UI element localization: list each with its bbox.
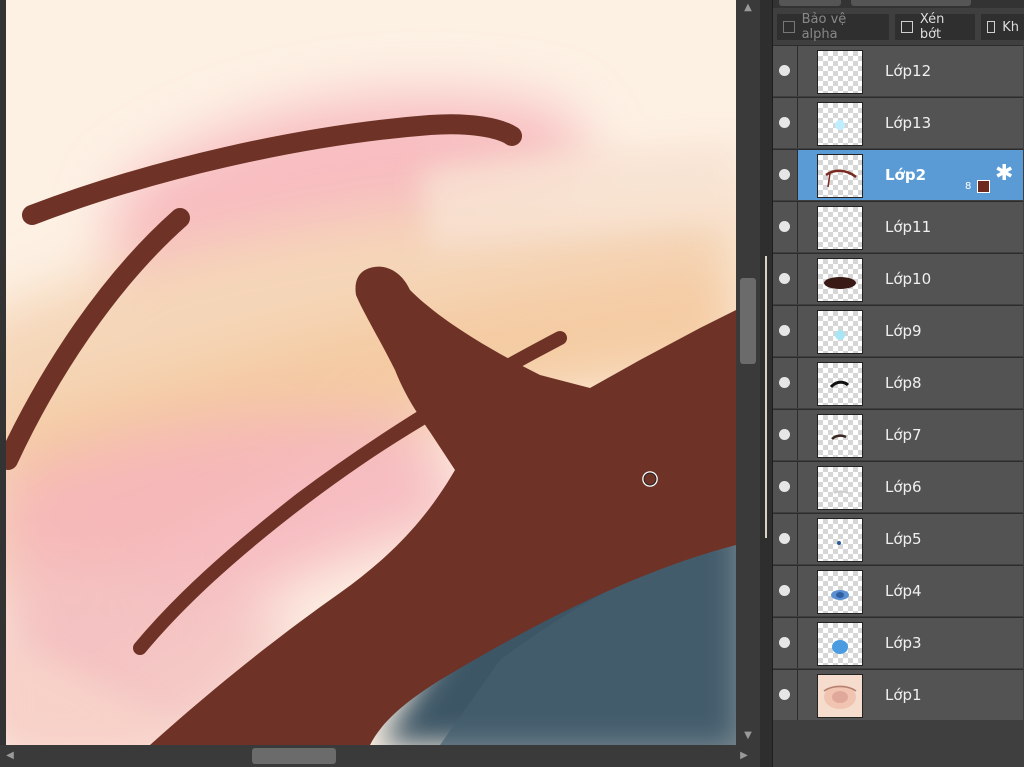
layer-thumbnail: [817, 674, 863, 718]
visibility-toggle[interactable]: [773, 566, 798, 616]
layer-thumbnail: [817, 622, 863, 666]
layer-panel: Bảo vệ alpha Xén bớt Kh Lớp12 Lớp13 Lớp2…: [772, 0, 1024, 767]
visibility-toggle[interactable]: [773, 46, 798, 96]
arrow-down-icon[interactable]: ▼: [741, 730, 755, 742]
eye-icon[interactable]: [779, 169, 790, 180]
layer-name: Lớp7: [885, 426, 922, 444]
clipping-option[interactable]: Xén bớt: [895, 12, 975, 42]
layer-options: Bảo vệ alpha Xén bớt Kh: [773, 10, 1024, 44]
eye-icon[interactable]: [779, 377, 790, 388]
eye-icon[interactable]: [779, 481, 790, 492]
eye-icon[interactable]: [779, 585, 790, 596]
layer-name: Lớp3: [885, 634, 922, 652]
visibility-toggle[interactable]: [773, 618, 798, 668]
horizontal-scroll-thumb[interactable]: [252, 748, 336, 764]
panel-tabs: [773, 0, 1024, 8]
lock-option[interactable]: Kh: [981, 14, 1024, 40]
eye-icon[interactable]: [779, 221, 790, 232]
layer-color-chip: [977, 180, 990, 193]
visibility-toggle[interactable]: [773, 306, 798, 356]
layer-thumbnail: [817, 466, 863, 510]
lock-label: Kh: [1002, 19, 1019, 35]
visibility-toggle[interactable]: [773, 254, 798, 304]
visibility-toggle[interactable]: [773, 202, 798, 252]
layer-row[interactable]: Lớp12: [773, 45, 1023, 96]
layer-thumbnail: [817, 310, 863, 354]
panel-tab[interactable]: [779, 0, 841, 6]
lock-checkbox[interactable]: [987, 21, 996, 33]
arrow-right-icon[interactable]: ▶: [738, 749, 750, 763]
panel-tab[interactable]: [851, 0, 971, 6]
layer-row-selected[interactable]: Lớp2 8 ✱: [773, 149, 1023, 200]
layer-row[interactable]: Lớp3: [773, 617, 1023, 668]
layer-name: Lớp13: [885, 114, 932, 132]
visibility-toggle[interactable]: [773, 358, 798, 408]
layer-badge: 8: [965, 181, 972, 192]
protect-alpha-checkbox[interactable]: [783, 21, 795, 33]
layer-row[interactable]: Lớp1: [773, 669, 1023, 720]
drawing-canvas[interactable]: [0, 0, 736, 745]
clipping-label: Xén bớt: [919, 12, 945, 42]
layer-thumbnail: [817, 154, 863, 198]
layer-row[interactable]: Lớp10: [773, 253, 1023, 304]
layer-row[interactable]: Lớp8: [773, 357, 1023, 408]
vertical-scrollbar[interactable]: ▲ ▼: [736, 0, 760, 745]
panel-divider[interactable]: [760, 0, 772, 767]
layer-thumbnail: [817, 570, 863, 614]
layer-thumbnail: [817, 50, 863, 94]
layer-row[interactable]: Lớp4: [773, 565, 1023, 616]
layer-name: Lớp10: [885, 270, 932, 288]
layer-row[interactable]: Lớp9: [773, 305, 1023, 356]
panel-empty-area: [773, 723, 1024, 767]
layer-name: Lớp6: [885, 478, 922, 496]
eye-icon[interactable]: [779, 429, 790, 440]
layer-thumbnail: [817, 362, 863, 406]
layer-name: Lớp9: [885, 322, 922, 340]
layer-row[interactable]: Lớp13: [773, 97, 1023, 148]
arrow-left-icon[interactable]: ◀: [4, 749, 16, 763]
eye-icon[interactable]: [779, 637, 790, 648]
protect-alpha-label: Bảo vệ alpha: [801, 12, 847, 42]
protect-alpha-option[interactable]: Bảo vệ alpha: [777, 12, 889, 42]
layer-row[interactable]: Lớp5: [773, 513, 1023, 564]
horizontal-scrollbar[interactable]: ◀ ▶: [0, 745, 760, 767]
visibility-toggle[interactable]: [773, 98, 798, 148]
layer-name: Lớp8: [885, 374, 922, 392]
eye-icon[interactable]: [779, 689, 790, 700]
layer-thumbnail: [817, 102, 863, 146]
vertical-scroll-thumb[interactable]: [740, 278, 756, 364]
layer-name: Lớp4: [885, 582, 922, 600]
layer-thumbnail: [817, 518, 863, 562]
layer-row[interactable]: Lớp6: [773, 461, 1023, 512]
layer-name: Lớp5: [885, 530, 922, 548]
eye-icon[interactable]: [779, 117, 790, 128]
visibility-toggle[interactable]: [773, 514, 798, 564]
eye-icon[interactable]: [779, 273, 790, 284]
clipping-checkbox[interactable]: [901, 21, 913, 33]
canvas-left-edge: [0, 0, 6, 745]
gear-icon[interactable]: ✱: [995, 161, 1013, 187]
layer-name: Lớp2: [885, 166, 927, 184]
layer-row[interactable]: Lớp11: [773, 201, 1023, 252]
eye-icon[interactable]: [779, 65, 790, 76]
visibility-toggle[interactable]: [773, 410, 798, 460]
eye-icon[interactable]: [779, 533, 790, 544]
layer-thumbnail: [817, 206, 863, 250]
visibility-toggle[interactable]: [773, 462, 798, 512]
layer-row[interactable]: Lớp7: [773, 409, 1023, 460]
layer-name: Lớp1: [885, 686, 922, 704]
canvas-artwork: [0, 0, 736, 745]
layer-name: Lớp12: [885, 62, 932, 80]
eye-icon[interactable]: [779, 325, 790, 336]
layer-thumbnail: [817, 258, 863, 302]
visibility-toggle[interactable]: [773, 150, 798, 200]
divider-handle[interactable]: [765, 256, 767, 538]
arrow-up-icon[interactable]: ▲: [741, 2, 755, 14]
layer-thumbnail: [817, 414, 863, 458]
visibility-toggle[interactable]: [773, 670, 798, 720]
layer-name: Lớp11: [885, 218, 932, 236]
